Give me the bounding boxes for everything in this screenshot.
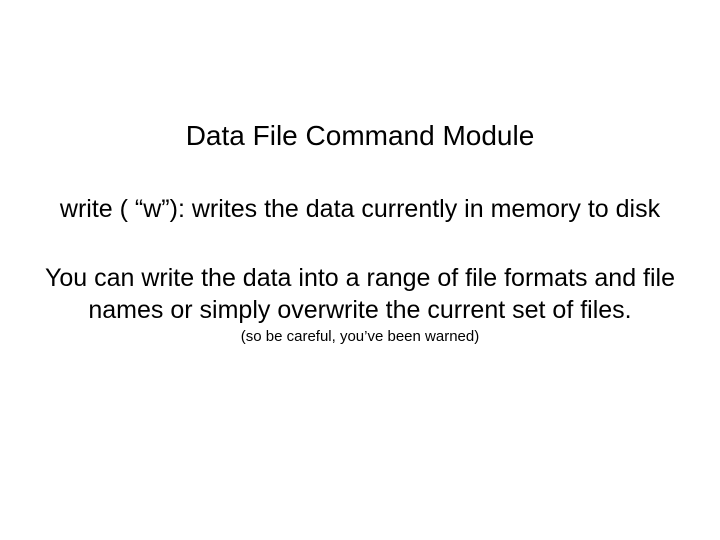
slide-title: Data File Command Module [0, 120, 720, 152]
write-command-description: write ( “w”): writes the data currently … [0, 194, 720, 225]
warning-note: (so be careful, you’ve been warned) [0, 328, 720, 345]
slide-content: Data File Command Module write ( “w”): w… [0, 0, 720, 540]
file-formats-description: You can write the data into a range of f… [0, 263, 720, 326]
